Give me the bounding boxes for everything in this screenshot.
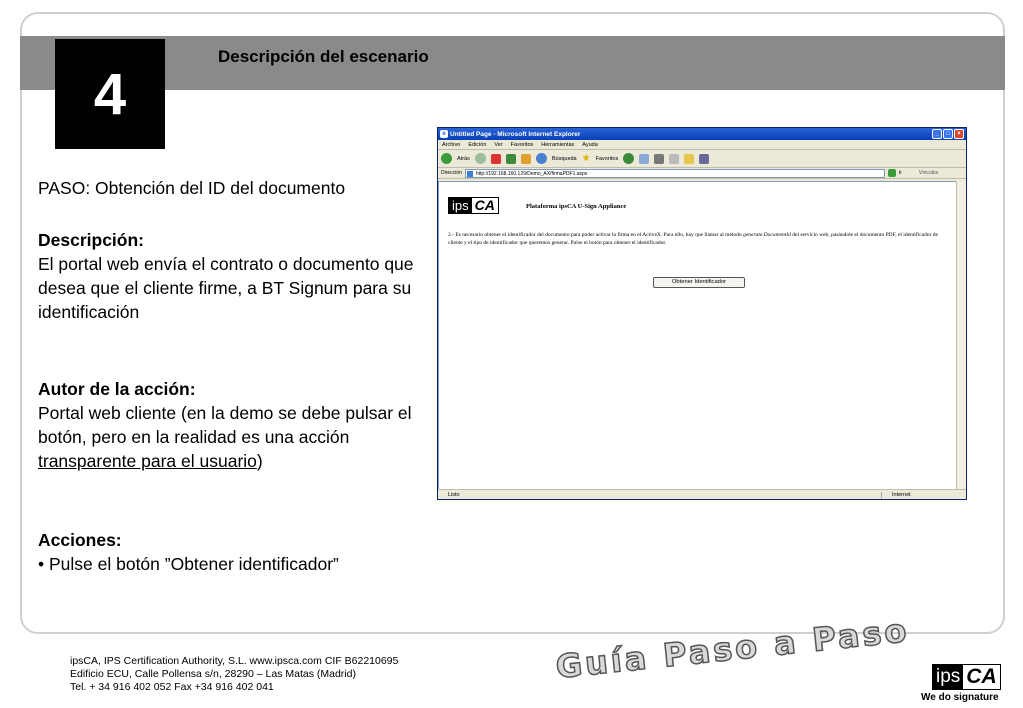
footer-info: ipsCA, IPS Certification Authority, S.L.… <box>70 655 398 694</box>
ipsca-logo: ips CA <box>932 664 1001 690</box>
favorites-label[interactable]: Favoritos <box>596 156 619 162</box>
browser-toolbar: Atrás Búsqueda ★ Favoritos <box>438 150 966 168</box>
descripcion-text: El portal web envía el contrato o docume… <box>38 254 414 322</box>
acciones-item: • Pulse el botón ”Obtener identificador” <box>38 554 339 574</box>
paso-text: PASO: Obtención del ID del documento <box>38 178 346 198</box>
status-bar: Listo Internet <box>438 489 966 499</box>
close-icon[interactable]: × <box>954 129 964 139</box>
footer-line-1: ipsCA, IPS Certification Authority, S.L.… <box>70 655 399 667</box>
autor-text-underlined: transparente para el usuario <box>38 451 257 471</box>
ie-logo-icon: e <box>440 130 448 138</box>
ipsca-page-logo: ips CA <box>448 197 499 214</box>
stop-icon[interactable] <box>490 153 501 164</box>
acciones-heading: Acciones: <box>38 530 122 550</box>
logo-ca: CA <box>963 665 1000 689</box>
instruction-pre: 2.- Es necesario obtener el identificado… <box>448 232 744 238</box>
security-zone: Internet <box>881 491 966 498</box>
page-logo-ips: ips <box>449 198 472 213</box>
forward-icon[interactable] <box>474 153 486 164</box>
back-icon[interactable] <box>441 153 452 164</box>
browser-window: e Untitled Page - Microsoft Internet Exp… <box>437 127 967 500</box>
browser-content: ips CA Plataforma ipsCA U-Sign Appliance… <box>438 181 958 490</box>
address-url: http://192.168.160.129/Demo_AX/firmaPDF1… <box>475 170 588 177</box>
go-icon[interactable] <box>887 169 896 177</box>
window-controls: _ □ × <box>932 129 964 139</box>
minimize-icon[interactable]: _ <box>932 129 942 139</box>
status-text: Listo <box>448 491 460 498</box>
address-label: Dirección <box>441 170 462 176</box>
footer-line-2: Edificio ECU, Calle Pollensa s/n, 28290 … <box>70 668 356 680</box>
obtener-identificador-button[interactable]: Obtener Identificador <box>653 277 745 288</box>
acciones-section: Acciones: • Pulse el botón ”Obtener iden… <box>38 528 418 576</box>
step-number-box: 4 <box>55 39 165 149</box>
logo-ips: ips <box>933 665 964 689</box>
descripcion-heading: Descripción: <box>38 230 144 250</box>
history-icon[interactable] <box>623 153 635 164</box>
menu-favoritos[interactable]: Favoritos <box>511 142 534 148</box>
go-label[interactable]: Ir <box>899 170 902 176</box>
menu-herramientas[interactable]: Herramientas <box>541 142 574 148</box>
platform-title: Plataforma ipsCA U-Sign Appliance <box>526 203 627 210</box>
autor-text-pre: Portal web cliente (en la demo se debe p… <box>38 403 412 447</box>
print-icon[interactable] <box>654 153 665 164</box>
edit-icon[interactable] <box>669 153 680 164</box>
vertical-scrollbar[interactable] <box>956 181 966 490</box>
menu-edicion[interactable]: Edición <box>468 142 486 148</box>
browser-titlebar: e Untitled Page - Microsoft Internet Exp… <box>438 128 966 140</box>
search-label[interactable]: Búsqueda <box>552 156 577 162</box>
autor-section: Autor de la acción: Portal web cliente (… <box>38 377 418 473</box>
header-band <box>20 36 1005 90</box>
address-bar: Dirección http://192.168.160.129/Demo_AX… <box>438 168 966 179</box>
instruction-text: 2.- Es necesario obtener el identificado… <box>448 231 948 247</box>
search-icon[interactable] <box>535 153 547 164</box>
tagline: We do signature <box>921 692 999 703</box>
menu-ver[interactable]: Ver <box>494 142 502 148</box>
browser-menubar: Archivo Edición Ver Favoritos Herramient… <box>438 140 966 150</box>
instruction-method: generate.DocumentId <box>743 232 791 238</box>
back-label[interactable]: Atrás <box>457 156 470 162</box>
page-title: Descripción del escenario <box>218 47 429 66</box>
menu-ayuda[interactable]: Ayuda <box>582 142 598 148</box>
address-input[interactable]: http://192.168.160.129/Demo_AX/firmaPDF1… <box>464 168 885 178</box>
autor-text: Portal web cliente (en la demo se debe p… <box>38 401 418 473</box>
page-logo-ca: CA <box>471 198 498 213</box>
browser-title: Untitled Page - Microsoft Internet Explo… <box>450 130 581 138</box>
messenger-icon[interactable] <box>699 153 710 164</box>
autor-heading: Autor de la acción: <box>38 379 196 399</box>
autor-text-post: ) <box>256 451 263 471</box>
descripcion-section: Descripción: El portal web envía el cont… <box>38 228 418 324</box>
mail-icon[interactable] <box>639 153 650 164</box>
menu-archivo[interactable]: Archivo <box>442 142 460 148</box>
home-icon[interactable] <box>520 153 531 164</box>
page-icon <box>466 170 473 177</box>
footer-line-3: Tel. + 34 916 402 052 Fax +34 916 402 04… <box>70 681 274 693</box>
favorites-star-icon[interactable]: ★ <box>582 153 591 164</box>
links-label[interactable]: Vínculos <box>919 170 938 176</box>
folder-icon[interactable] <box>684 153 695 164</box>
refresh-icon[interactable] <box>505 153 516 164</box>
maximize-icon[interactable]: □ <box>943 129 953 139</box>
